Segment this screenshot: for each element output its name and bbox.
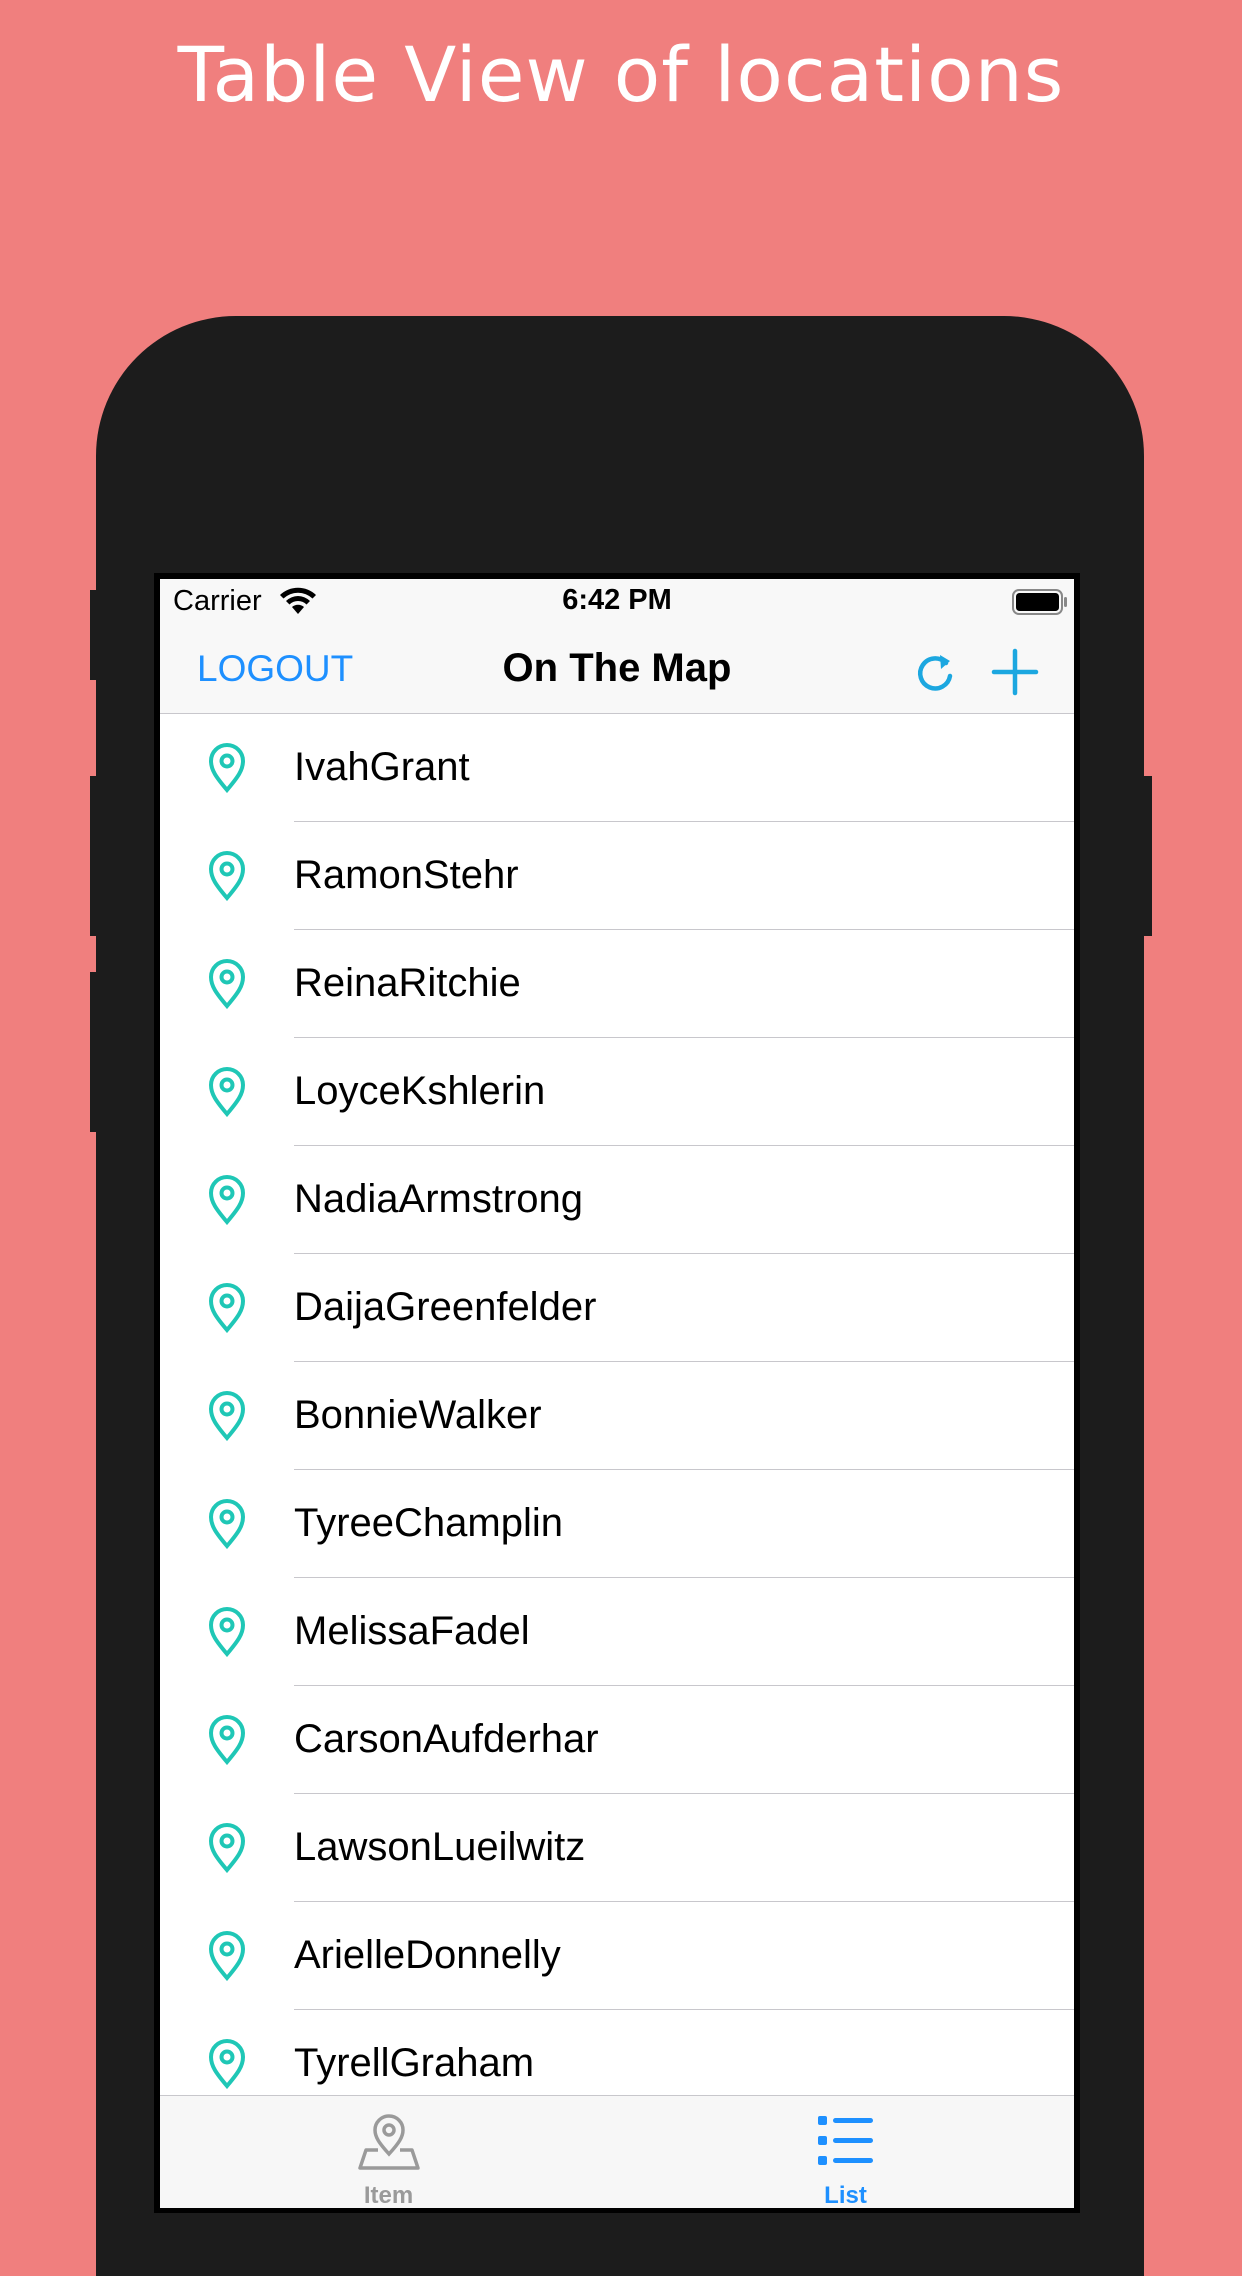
- table-row[interactable]: DaijaGreenfelder: [160, 1254, 1074, 1362]
- power-button: [1140, 776, 1152, 936]
- location-name: ReinaRitchie: [294, 961, 521, 1005]
- map-pin-icon: [357, 2114, 420, 2170]
- tab-bar: Item List: [160, 2095, 1074, 2208]
- table-row[interactable]: ArielleDonnelly: [160, 1902, 1074, 2010]
- volume-up-button: [90, 776, 100, 936]
- location-name: IvahGrant: [294, 745, 470, 789]
- tab-item-label: Item: [363, 2182, 414, 2208]
- location-name: NadiaArmstrong: [294, 1177, 584, 1221]
- location-pin-icon: [208, 743, 246, 793]
- location-pin-icon: [208, 2039, 246, 2089]
- location-pin-icon: [208, 1283, 246, 1333]
- table-row[interactable]: MelissaFadel: [160, 1578, 1074, 1686]
- location-name: LoyceKshlerin: [294, 1069, 546, 1113]
- location-name: BonnieWalker: [294, 1393, 542, 1437]
- location-pin-icon: [208, 1823, 246, 1873]
- refresh-icon[interactable]: [910, 649, 960, 699]
- location-name: MelissaFadel: [294, 1609, 530, 1653]
- table-row[interactable]: CarsonAufderhar: [160, 1686, 1074, 1794]
- location-pin-icon: [208, 1931, 246, 1981]
- mute-switch: [90, 590, 100, 680]
- status-bar: Carrier 6:42 PM: [160, 579, 1074, 629]
- location-name: TyrellGraham: [294, 2041, 535, 2085]
- location-name: ArielleDonnelly: [294, 1933, 561, 1977]
- status-time: 6:42 PM: [562, 584, 672, 616]
- navigation-bar: LOGOUT On The Map: [160, 629, 1074, 714]
- tab-item[interactable]: Item: [160, 2096, 617, 2208]
- location-pin-icon: [208, 1607, 246, 1657]
- table-row[interactable]: LoyceKshlerin: [160, 1038, 1074, 1146]
- table-row[interactable]: ReinaRitchie: [160, 930, 1074, 1038]
- location-pin-icon: [208, 1391, 246, 1441]
- plus-icon[interactable]: [990, 647, 1040, 697]
- promo-headline: Table View of locations: [177, 30, 1065, 119]
- location-name: LawsonLueilwitz: [294, 1825, 586, 1869]
- list-icon: [817, 2116, 873, 2165]
- battery-icon: [1012, 589, 1067, 615]
- volume-down-button: [90, 972, 100, 1132]
- location-name: CarsonAufderhar: [294, 1717, 599, 1761]
- location-pin-icon: [208, 959, 246, 1009]
- location-pin-icon: [208, 1067, 246, 1117]
- tab-list[interactable]: List: [617, 2096, 1074, 2208]
- table-row[interactable]: BonnieWalker: [160, 1362, 1074, 1470]
- location-name: RamonStehr: [294, 853, 519, 897]
- location-pin-icon: [208, 1715, 246, 1765]
- table-row[interactable]: NadiaArmstrong: [160, 1146, 1074, 1254]
- locations-table: IvahGrant RamonStehr ReinaRitchie LoyceKshl…: [160, 714, 1074, 2118]
- location-pin-icon: [208, 1175, 246, 1225]
- location-pin-icon: [208, 851, 246, 901]
- tab-list-label: List: [824, 2182, 867, 2208]
- location-name: DaijaGreenfelder: [294, 1285, 597, 1329]
- table-row[interactable]: RamonStehr: [160, 822, 1074, 930]
- location-pin-icon: [208, 1499, 246, 1549]
- table-row[interactable]: TyreeChamplin: [160, 1470, 1074, 1578]
- table-row[interactable]: IvahGrant: [160, 714, 1074, 822]
- app-screen: Carrier 6:42 PM LOGOUT On The Map IvahGr…: [160, 579, 1074, 2208]
- location-name: TyreeChamplin: [294, 1501, 564, 1545]
- table-row[interactable]: LawsonLueilwitz: [160, 1794, 1074, 1902]
